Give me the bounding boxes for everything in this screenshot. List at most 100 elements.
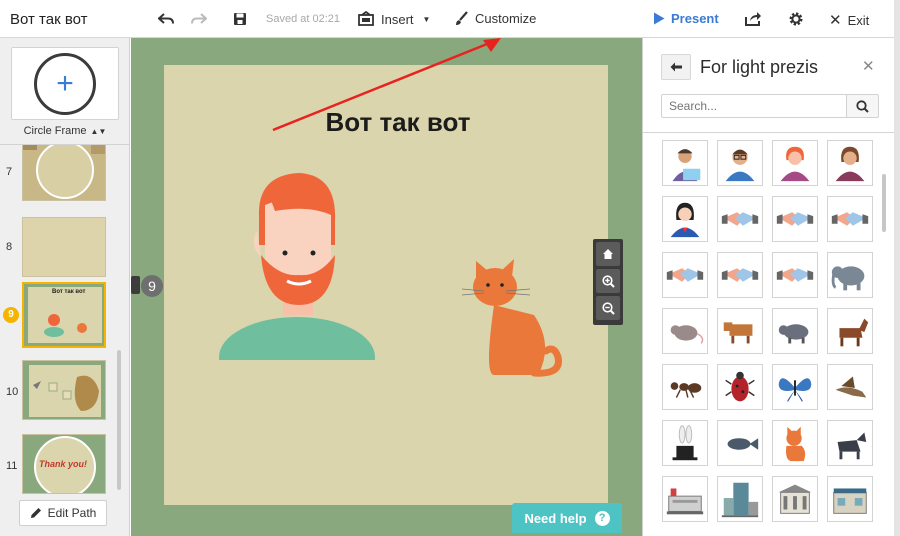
home-zoom-button[interactable] — [596, 242, 620, 266]
presentation-canvas[interactable]: Вот так вот 9 Need help ? — [131, 38, 642, 536]
slide-thumbnail-selected[interactable]: Вот так вот — [22, 282, 106, 348]
symbol-tile[interactable] — [717, 140, 763, 186]
symbol-tile[interactable] — [717, 252, 763, 298]
panel-header: For light prezis ✕ — [643, 38, 894, 133]
add-frame-button[interactable]: + — [11, 47, 119, 120]
pig-icon — [778, 324, 809, 344]
insert-label: Insert — [381, 11, 414, 27]
frame-type-selector[interactable]: Circle Frame ▲▼ — [0, 125, 130, 137]
share-icon[interactable] — [744, 10, 762, 28]
search-input[interactable] — [661, 94, 847, 118]
symbol-tile[interactable] — [772, 196, 818, 242]
symbol-tile[interactable] — [772, 252, 818, 298]
rat-icon — [670, 325, 704, 344]
symbol-tile[interactable] — [717, 420, 763, 466]
zoom-out-button[interactable] — [596, 296, 620, 320]
horse-icon — [839, 318, 869, 347]
undo-icon[interactable] — [157, 10, 175, 28]
man-avatar-illustration[interactable] — [219, 165, 379, 360]
man-with-glasses-icon — [725, 149, 755, 182]
edit-path-button[interactable]: Edit Path — [19, 500, 107, 526]
symbol-tile[interactable] — [827, 476, 873, 522]
annotation-arrow — [272, 38, 501, 132]
zoom-in-button[interactable] — [596, 269, 620, 293]
symbol-tile[interactable] — [662, 420, 708, 466]
slide-thumbnail[interactable] — [22, 217, 106, 277]
need-help-button[interactable]: Need help ? — [512, 503, 622, 533]
symbol-tile[interactable] — [827, 364, 873, 410]
zoom-in-icon — [601, 274, 615, 288]
slide-thumbnail[interactable] — [22, 145, 106, 201]
save-icon[interactable] — [231, 10, 249, 28]
slide-thumbnail[interactable]: Thank you! — [22, 434, 106, 494]
pencil-icon — [30, 508, 41, 518]
symbol-tile[interactable] — [662, 140, 708, 186]
symbol-tile[interactable] — [772, 420, 818, 466]
present-label: Present — [671, 11, 719, 26]
thumbnail-number: 7 — [6, 166, 13, 178]
symbol-tile[interactable] — [717, 364, 763, 410]
thumbnail-number: 11 — [6, 460, 18, 472]
thumbnail-number: 8 — [6, 241, 13, 253]
office-tower-icon — [721, 482, 759, 518]
thumbnail-title: Thank you! — [39, 459, 88, 469]
woman-brown-hair-icon — [835, 146, 865, 182]
zoom-out-icon — [601, 301, 615, 315]
exit-button[interactable]: ✕ Exit — [829, 11, 869, 29]
slide-thumbnail[interactable] — [22, 360, 106, 420]
thumbnail-number: 10 — [6, 386, 19, 398]
beetle-icon — [725, 371, 755, 402]
symbol-tile[interactable] — [772, 140, 818, 186]
symbol-tile[interactable] — [717, 308, 763, 354]
handshake-icon — [776, 268, 814, 282]
symbol-tile[interactable] — [717, 476, 763, 522]
shop-icon — [833, 488, 867, 514]
symbol-tile[interactable] — [772, 364, 818, 410]
insert-button[interactable]: Insert ▼ — [357, 11, 430, 27]
search-button[interactable] — [846, 94, 879, 118]
customize-button[interactable]: Customize — [454, 11, 536, 26]
wolf-icon — [837, 432, 867, 460]
symbol-tile[interactable] — [827, 308, 873, 354]
magic-hat-rabbit-icon — [672, 425, 698, 461]
frame-drag-handle[interactable] — [131, 276, 140, 294]
redo-icon[interactable] — [190, 10, 208, 28]
panel-scrollbar[interactable] — [882, 174, 886, 232]
cat-illustration[interactable] — [454, 255, 564, 380]
present-button[interactable]: Present — [653, 11, 719, 26]
symbol-tile[interactable] — [772, 476, 818, 522]
symbol-tile[interactable] — [662, 252, 708, 298]
ant-icon — [670, 382, 702, 398]
woman-superhero-icon — [670, 202, 700, 238]
document-title[interactable]: Вот так вот — [10, 11, 88, 28]
cow-icon — [723, 322, 753, 344]
symbol-tile[interactable] — [717, 196, 763, 242]
back-button[interactable] — [661, 54, 691, 80]
close-icon: ✕ — [829, 12, 842, 29]
frame-thumbnail-list[interactable]: 7 8 9 Вот так вот 10 11 Thank you! — [0, 144, 130, 496]
frame-type-label: Circle Frame — [23, 125, 87, 137]
bird-icon — [835, 376, 867, 398]
arrow-left-icon — [670, 62, 682, 72]
top-toolbar: Вот так вот Saved at 02:21 Insert ▼ Cust… — [0, 0, 894, 38]
thumbnail-title: Вот так вот — [52, 289, 86, 295]
symbol-tile[interactable] — [662, 196, 708, 242]
symbol-tile[interactable] — [772, 308, 818, 354]
symbol-tile[interactable] — [662, 308, 708, 354]
close-icon[interactable]: ✕ — [862, 57, 875, 75]
frame-number-badge[interactable]: 9 — [141, 275, 163, 297]
symbol-tile[interactable] — [662, 364, 708, 410]
gear-icon[interactable] — [787, 10, 805, 28]
symbol-tile[interactable] — [662, 476, 708, 522]
symbol-tile[interactable] — [827, 140, 873, 186]
symbol-tile[interactable] — [827, 420, 873, 466]
zoom-controls — [593, 239, 623, 325]
symbol-tile[interactable] — [827, 196, 873, 242]
play-icon — [654, 12, 665, 25]
symbol-tile[interactable] — [827, 252, 873, 298]
need-help-label: Need help — [524, 510, 587, 526]
thumbnail-scrollbar[interactable] — [117, 350, 121, 490]
handshake-icon — [721, 268, 759, 282]
panel-title: For light prezis — [700, 57, 819, 77]
insert-symbols-panel: For light prezis ✕ — [642, 38, 894, 536]
